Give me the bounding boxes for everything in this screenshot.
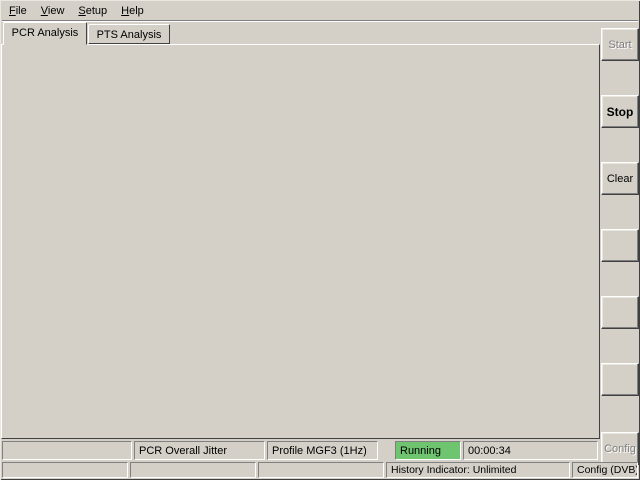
status-elapsed-cell: 00:00:34 xyxy=(463,441,598,460)
status-empty-cell xyxy=(2,441,132,460)
status2-empty-cell-1 xyxy=(2,462,128,478)
menu-setup[interactable]: Setup xyxy=(71,3,114,19)
stop-button[interactable]: Stop xyxy=(601,95,639,128)
blank-button-2[interactable] xyxy=(601,296,639,329)
menu-view[interactable]: View xyxy=(34,3,72,19)
app-window: File View Setup Help PCR Analysis PTS An… xyxy=(0,0,640,480)
status2-empty-cell-3 xyxy=(258,462,384,478)
config-button[interactable]: Config xyxy=(601,432,639,465)
status-running-cell: Running xyxy=(395,441,461,460)
start-button[interactable]: Start xyxy=(601,28,639,61)
pcr-analysis-page xyxy=(1,44,600,439)
blank-button-3[interactable] xyxy=(601,363,639,396)
tab-pcr-analysis[interactable]: PCR Analysis xyxy=(3,22,87,45)
status-history-cell: History Indicator: Unlimited xyxy=(386,462,570,478)
menu-help[interactable]: Help xyxy=(114,3,151,19)
status-measurement-cell: PCR Overall Jitter xyxy=(134,441,265,460)
status-config-cell: Config (DVB) xyxy=(572,462,638,478)
menu-file[interactable]: File xyxy=(2,3,34,19)
blank-button-1[interactable] xyxy=(601,229,639,262)
status-profile-cell: Profile MGF3 (1Hz) xyxy=(267,441,378,460)
tab-pts-analysis[interactable]: PTS Analysis xyxy=(88,24,170,44)
status2-empty-cell-2 xyxy=(130,462,256,478)
clear-button[interactable]: Clear xyxy=(601,162,639,195)
menu-separator xyxy=(2,20,638,22)
menu-bar: File View Setup Help xyxy=(2,2,638,20)
